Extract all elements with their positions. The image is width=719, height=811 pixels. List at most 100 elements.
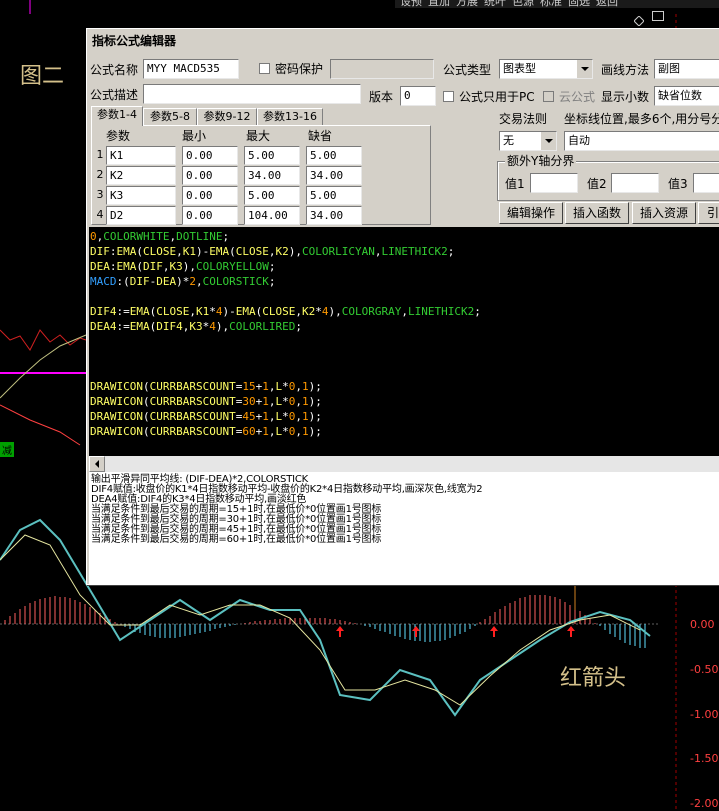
chevron-down-icon[interactable]	[540, 132, 556, 150]
cloud-formula-label: 云公式	[559, 90, 596, 104]
y-axis-label: -1.00	[690, 708, 719, 721]
tab-params-5-8[interactable]: 参数5-8	[143, 108, 197, 125]
param-min-cell[interactable]: 0.00	[182, 186, 238, 205]
decimal-value: 缺省位数	[658, 89, 702, 102]
code-line: DRAWICON(CURRBARSCOUNT=15+1,L*0,1);	[90, 380, 322, 393]
red-arrow-icon	[567, 626, 575, 637]
formula-name-label: 公式名称	[90, 63, 139, 77]
description-line: 当满足条件到最后交易的周期=60+1时,在最低价*0位置画1号图标	[91, 534, 382, 545]
formula-desc-input[interactable]	[143, 84, 361, 104]
insert-resource-button[interactable]: 插入资源	[632, 202, 696, 224]
password-input[interactable]	[330, 59, 434, 79]
diamond-icon[interactable]	[633, 11, 645, 27]
param-default-cell[interactable]: 34.00	[306, 206, 362, 225]
row-number: 4	[96, 208, 104, 221]
menu-item[interactable]: 标准	[540, 0, 562, 8]
draw-method-select[interactable]: 副图	[654, 59, 719, 79]
reference-button[interactable]: 引	[698, 202, 719, 224]
axis-position-input[interactable]: 自动	[564, 131, 719, 151]
cloud-formula-checkbox[interactable]	[543, 91, 554, 102]
param-default-cell[interactable]: 5.00	[306, 146, 362, 165]
formula-type-label: 公式类型	[443, 63, 492, 77]
param-header: 参数	[106, 129, 131, 143]
param-max-cell[interactable]: 34.00	[244, 166, 300, 185]
tab-params-1-4[interactable]: 参数1-4	[91, 106, 143, 126]
param-name-cell[interactable]: K2	[106, 166, 176, 185]
draw-method-value: 副图	[658, 62, 680, 75]
trade-rule-label: 交易法则	[499, 112, 548, 126]
password-label: 密码保护	[275, 62, 324, 76]
red-arrow-label: 红箭头	[560, 666, 627, 691]
horizontal-scrollbar[interactable]	[89, 456, 719, 472]
value3-input[interactable]	[693, 173, 719, 193]
param-default-cell[interactable]: 5.00	[306, 186, 362, 205]
code-line: MACD:(DIF-DEA)*2,COLORSTICK;	[90, 275, 276, 288]
decimal-select[interactable]: 缺省位数	[654, 86, 719, 106]
menu-item[interactable]: 设预	[400, 0, 422, 8]
param-max-cell[interactable]: 104.00	[244, 206, 300, 225]
red-arrow-icon	[336, 626, 344, 637]
code-line: DRAWICON(CURRBARSCOUNT=45+1,L*0,1);	[90, 410, 322, 423]
password-checkbox[interactable]	[259, 63, 270, 74]
code-line: DRAWICON(CURRBARSCOUNT=60+1,L*0,1);	[90, 425, 322, 438]
menu-item[interactable]: 直加	[428, 0, 450, 8]
param-min-cell[interactable]: 0.00	[182, 146, 238, 165]
menu-item[interactable]: 固选	[568, 0, 590, 8]
default-header: 缺省	[308, 129, 333, 143]
figure-label: 图二	[20, 64, 65, 89]
value2-label: 值2	[587, 177, 607, 191]
value2-input[interactable]	[611, 173, 659, 193]
y-axis-label: -1.50	[690, 752, 719, 765]
description-panel: 输出平滑异同平均线: (DIF-DEA)*2,COLORSTICK DIF4赋值:…	[89, 472, 719, 584]
tab-params-9-12[interactable]: 参数9-12	[197, 108, 257, 125]
y-axis-label: -2.00	[690, 797, 719, 810]
edit-operations-button[interactable]: 编辑操作	[499, 202, 563, 224]
formula-editor-dialog: 指标公式编辑器 公式名称 MYY MACD535 密码保护 公式类型 图表型 画…	[86, 28, 719, 585]
pc-only-checkbox[interactable]	[443, 91, 454, 102]
insert-function-button[interactable]: 插入函数	[565, 202, 629, 224]
param-name-cell[interactable]: K3	[106, 186, 176, 205]
value3-label: 值3	[668, 177, 688, 191]
param-name-cell[interactable]: D2	[106, 206, 176, 225]
version-label: 版本	[369, 90, 394, 104]
value1-label: 值1	[505, 177, 525, 191]
param-max-cell[interactable]: 5.00	[244, 186, 300, 205]
row-number: 1	[96, 148, 104, 161]
left-tag: 减	[0, 442, 14, 457]
tab-params-13-16[interactable]: 参数13-16	[257, 108, 323, 125]
y-axis-label: -0.50	[690, 663, 719, 676]
version-input[interactable]: 0	[400, 86, 436, 106]
menu-item[interactable]: 方展	[456, 0, 478, 8]
dialog-title: 指标公式编辑器	[87, 29, 719, 53]
code-line: DEA:EMA(DIF,K3),COLORYELLOW;	[90, 260, 276, 273]
row-number: 3	[96, 188, 104, 201]
param-name-cell[interactable]: K1	[106, 146, 176, 165]
param-grid: 参数 最小 最大 缺省 1 K1 0.00 5.00 5.00 2 K2 0.0…	[91, 125, 431, 225]
param-min-cell[interactable]: 0.00	[182, 166, 238, 185]
trade-rule-select[interactable]: 无	[499, 131, 557, 151]
y-axis-label: 0.00	[690, 618, 715, 631]
formula-name-input[interactable]: MYY MACD535	[143, 59, 239, 79]
red-arrow-icon	[490, 626, 498, 637]
chevron-down-icon[interactable]	[576, 60, 592, 78]
window-icon[interactable]	[652, 11, 664, 21]
menu-item[interactable]: 色源	[512, 0, 534, 8]
min-header: 最小	[182, 129, 207, 143]
code-editor[interactable]: 0,COLORWHITE,DOTLINE; DIF:EMA(CLOSE,K1)-E…	[89, 227, 719, 456]
formula-desc-label: 公式描述	[90, 88, 139, 102]
param-default-cell[interactable]: 34.00	[306, 166, 362, 185]
formula-type-select[interactable]: 图表型	[499, 59, 593, 79]
screen: 图二 红箭头 减 0.50 0.00 -0.50 -1.00 -1.50 -2.…	[0, 0, 719, 811]
red-arrow-icon	[412, 626, 420, 637]
value1-input[interactable]	[530, 173, 578, 193]
code-line: DIF4:=EMA(CLOSE,K1*4)-EMA(CLOSE,K2*4),CO…	[90, 305, 481, 318]
axis-position-label: 坐标线位置,最多6个,用分号分	[564, 112, 719, 126]
scroll-left-icon[interactable]	[89, 456, 105, 472]
max-header: 最大	[246, 129, 271, 143]
menu-item[interactable]: 返回	[596, 0, 618, 8]
draw-method-label: 画线方法	[601, 63, 650, 77]
param-max-cell[interactable]: 5.00	[244, 146, 300, 165]
row-number: 2	[96, 168, 104, 181]
menu-item[interactable]: 统叶	[484, 0, 506, 8]
param-min-cell[interactable]: 0.00	[182, 206, 238, 225]
